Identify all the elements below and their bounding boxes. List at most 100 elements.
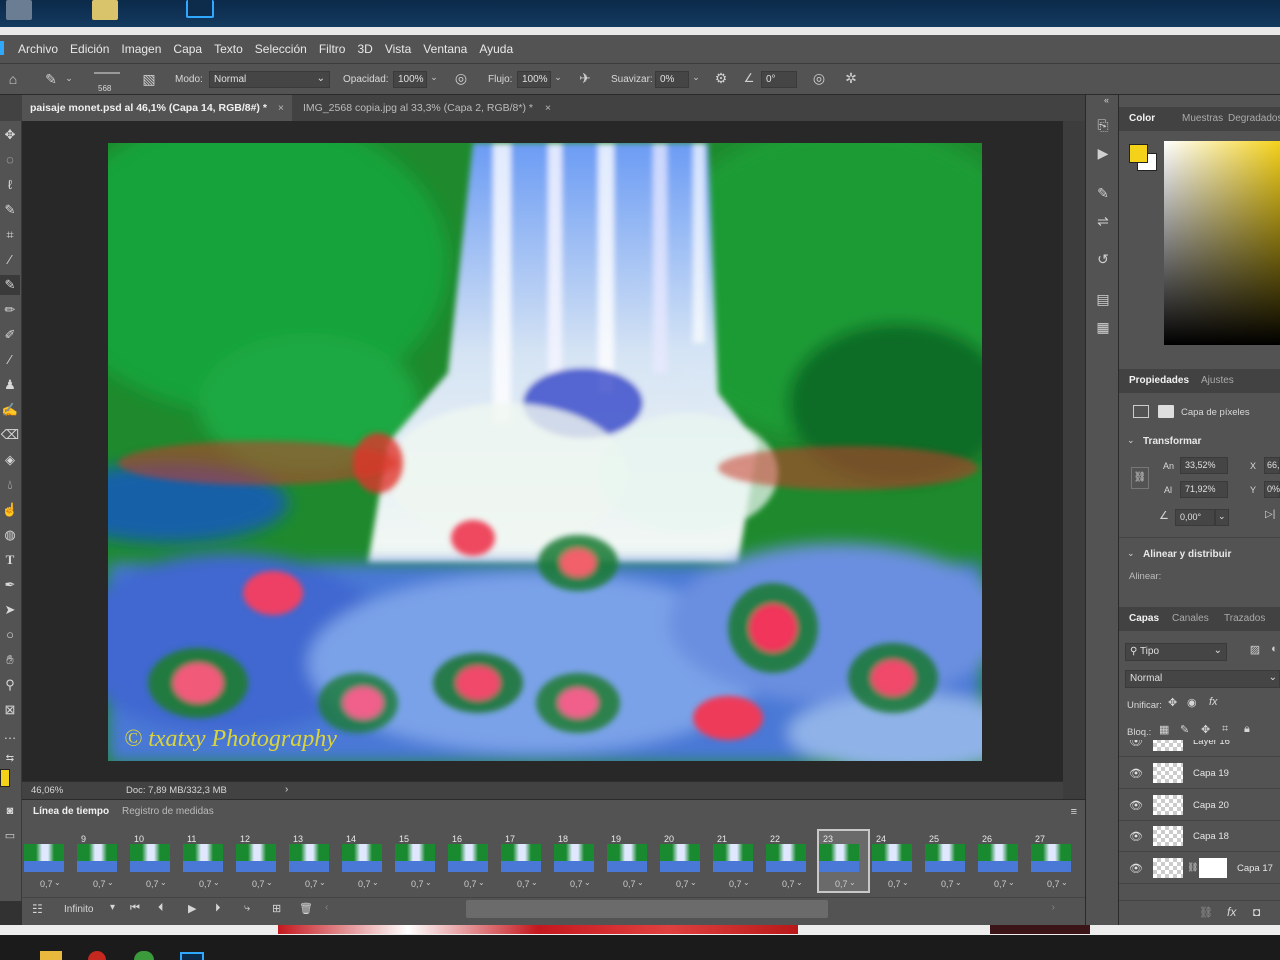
layer-filter-select[interactable]: ⚲ Tipo ⌄ [1125,643,1227,661]
brush-alt-icon[interactable]: ⁄ [0,350,20,370]
path-select-icon[interactable]: ➤ [0,600,20,620]
chevron-right-icon[interactable]: › [285,784,288,795]
desktop-psd-icon[interactable] [186,0,214,18]
chain-icon[interactable]: ⛓ [1187,862,1198,873]
frame-tool-icon[interactable]: ⊠ [0,700,20,720]
zoom-level[interactable]: 46,06% [31,785,63,796]
lock-paint-icon[interactable]: ✎ [1180,723,1189,736]
tab-paisaje-monet[interactable]: paisaje monet.psd al 46,1% (Capa 14, RGB… [22,95,292,121]
first-frame-icon[interactable]: ⏮︎ [130,902,140,915]
smudge-tool-icon[interactable]: ☝ [0,500,20,520]
angle-input[interactable]: 0° [761,71,797,88]
menu-ayuda[interactable]: Ayuda [479,42,513,56]
flow-chevron-icon[interactable]: ⌄ [552,72,564,83]
chevron-down-icon[interactable]: ⌄ [1008,878,1015,887]
tab-paths[interactable]: Trazados [1224,613,1265,624]
folder-icon[interactable] [40,951,62,960]
type-tool-icon[interactable]: T [0,550,20,570]
flip-horizontal-icon[interactable]: ▷| [1265,509,1275,520]
menu-vista[interactable]: Vista [385,42,411,56]
timeline-frame[interactable]: 19 0,7 ⌄ [607,831,656,891]
layer-name[interactable]: Layer 16 [1193,740,1230,747]
loop-option[interactable]: Infinito [64,904,93,915]
tab-img-2568[interactable]: IMG_2568 copia.jpg al 33,3% (Capa 2, RGB… [295,95,565,121]
stamp-tool-icon[interactable]: ♟ [0,375,20,395]
frame-duration[interactable]: 0,7 [199,879,212,889]
chevron-down-icon[interactable]: ⌄ [584,878,591,887]
menu-filtro[interactable]: Filtro [319,42,346,56]
trash-icon[interactable]: 🗑︎ [299,902,313,915]
unify-position-icon[interactable]: ✥ [1168,696,1177,709]
airbrush-icon[interactable]: ✈ [576,70,594,87]
layer-row[interactable]: 👁︎ Capa 20 [1119,790,1280,821]
chevron-down-icon[interactable]: ⌄ [690,878,697,887]
mask-icon[interactable] [1158,405,1174,418]
timeline-frame[interactable]: 12 0,7 ⌄ [236,831,285,891]
link-layers-icon[interactable]: ⛓ [1199,906,1213,919]
frame-duration[interactable]: 0,7 [411,879,424,889]
frame-duration[interactable]: 0,7 [305,879,318,889]
layer-name[interactable]: Capa 18 [1193,831,1229,842]
desktop-folder-icon[interactable] [92,0,118,20]
screen-mode-icon[interactable]: ▭ [0,826,20,846]
play-icon[interactable]: ▶ [188,902,196,915]
tab-channels[interactable]: Canales [1172,613,1209,624]
layer-row[interactable]: 👁︎ Capa 19 [1119,758,1280,789]
pixel-filter-icon[interactable]: ▨ [1247,643,1263,656]
tab-gradients[interactable]: Degradados [1228,113,1280,124]
canvas-vertical-scroll[interactable] [1063,121,1085,799]
brushes-panel-icon[interactable]: ⇌ [1094,213,1112,230]
marquee-tool-icon[interactable]: ◌ [0,150,20,170]
timeline-frame[interactable]: 25 0,7 ⌄ [925,831,974,891]
height-input[interactable]: 71,92% [1180,481,1228,498]
chevron-down-icon[interactable]: ⌄ [531,878,538,887]
frame-duration[interactable]: 0,7 [93,879,106,889]
eye-icon[interactable]: 👁︎ [1129,830,1143,843]
paint-bucket-icon[interactable]: ◈ [0,450,20,470]
frame-duration[interactable]: 0,7 [623,879,636,889]
convert-timeline-icon[interactable]: ☷ [32,902,43,916]
lock-transparency-icon[interactable]: ▦ [1159,723,1169,736]
chevron-down-icon[interactable]: ⌄ [160,878,167,887]
width-input[interactable]: 33,52% [1180,457,1228,474]
menu-texto[interactable]: Texto [214,42,243,56]
frame-duration[interactable]: 0,7 [994,879,1007,889]
home-icon[interactable]: ⌂ [4,71,22,87]
tween-icon[interactable]: ⤷ [244,902,250,915]
frame-duration[interactable]: 0,7 [782,879,795,889]
sponge-tool-icon[interactable]: ◍ [0,525,20,545]
collapse-panels-icon[interactable]: « [1104,95,1109,105]
frame-duration[interactable]: 0,7 [676,879,689,889]
gear-icon[interactable]: ⚙ [712,70,730,87]
frame-duration[interactable]: 0,7 [146,879,159,889]
brush-tool-icon[interactable]: ✎ [0,275,20,295]
x-input[interactable]: 66, [1264,457,1280,474]
desktop-app-icon[interactable] [6,0,32,20]
chevron-down-icon[interactable]: ⌄ [107,878,114,887]
eye-icon[interactable]: 👁︎ [1129,862,1143,875]
chevron-down-icon[interactable]: ⌄ [372,878,379,887]
tab-measurement-log[interactable]: Registro de medidas [122,806,214,817]
frame-duration[interactable]: 0,7 [888,879,901,889]
timeline-frame[interactable]: 23 0,7 ⌄ [817,829,870,893]
chevron-down-icon[interactable]: ⌄ [478,878,485,887]
frame-duration[interactable]: 0,7 [464,879,477,889]
lock-all-icon[interactable]: 🔒︎ [1244,723,1250,736]
timeline-scrollbar-track[interactable] [466,900,828,918]
new-frame-icon[interactable]: ⊞ [272,902,281,915]
chevron-down-icon[interactable]: ⌄ [266,878,273,887]
chevron-down-icon[interactable]: ⌄ [425,878,432,887]
brush-preset-picker[interactable]: 568 [88,68,128,93]
eyedropper-tool-icon[interactable]: ⁄ [0,250,20,270]
foreground-color-swatch[interactable] [0,769,10,787]
frame-duration[interactable]: 0,7 [729,879,742,889]
doc-size[interactable]: Doc: 7,89 MB/332,3 MB [126,785,227,796]
timeline-frame[interactable]: 0,7 ⌄ [24,831,73,891]
tab-swatches[interactable]: Muestras [1182,113,1223,124]
chevron-down-icon[interactable]: ⌄ [637,878,644,887]
layer-mask-thumbnail[interactable] [1199,858,1227,878]
opacity-chevron-icon[interactable]: ⌄ [428,72,440,83]
link-proportions-icon[interactable]: ⛓ [1131,467,1149,489]
pressure-size-icon[interactable]: ◎ [810,70,828,87]
scroll-right-icon[interactable]: › [1052,902,1055,913]
